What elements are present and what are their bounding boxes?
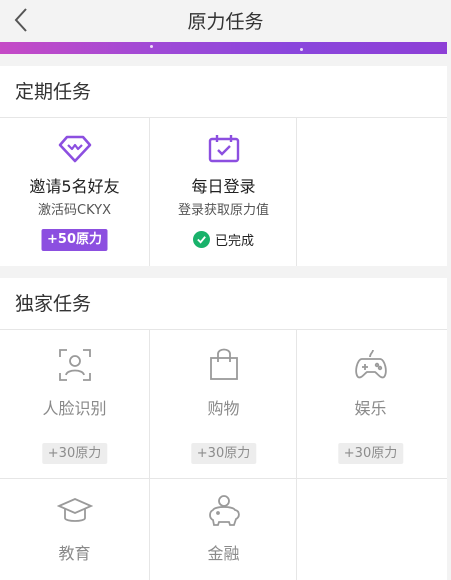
task-label: 人脸识别 [42,399,107,418]
status-text: 已完成 [214,234,254,249]
task-education[interactable]: 教育 [0,478,149,580]
banner-strip [0,42,447,54]
exclusive-tasks-header: 独家任务 [0,278,447,330]
reward-badge: +30原力 [41,443,108,464]
task-title: 邀请5名好友 [29,177,120,196]
task-subtitle: 登录获取原力值 [177,203,269,218]
task-title: 每日登录 [191,177,256,196]
task-label: 购物 [207,399,240,418]
face-scan-icon [58,349,91,381]
regular-tasks-header: 定期任务 [0,66,447,118]
task-entertainment[interactable]: 娱乐 +30原力 [296,330,445,478]
task-label: 金融 [207,544,240,563]
shopping-bag-icon [209,348,238,380]
piggy-bank-icon [208,495,240,526]
task-label: 娱乐 [354,399,387,418]
task-label: 教育 [58,544,91,563]
task-invite-friends[interactable]: 邀请5名好友 激活码CKYX +50原力 [0,118,149,266]
check-circle-icon [192,231,210,248]
diamond-icon [58,135,91,163]
reward-badge: +30原力 [190,443,257,464]
task-face-recognition[interactable]: 人脸识别 +30原力 [0,330,149,478]
task-daily-login[interactable]: 每日登录 登录获取原力值 已完成 [149,118,298,266]
regular-tasks-section: 定期任务 邀请5名好友 激活码CKYX +50原力 每日登录 登录获取原力值 已… [0,66,447,266]
page: 原力任务 定期任务 邀请5名好友 激活码CKYX +50原力 每日登录 登录获取… [0,0,451,580]
gamepad-icon [354,349,387,379]
task-subtitle: 激活码CKYX [38,203,111,218]
task-finance[interactable]: 金融 [149,478,298,580]
page-title: 原力任务 [187,11,264,33]
reward-badge: +30原力 [337,443,404,464]
completed-status: 已完成 [149,230,298,249]
reward-badge: +50原力 [41,229,108,251]
calendar-check-icon [208,135,239,163]
nav-bar: 原力任务 [0,0,451,42]
graduation-cap-icon [56,498,93,522]
task-shopping[interactable]: 购物 +30原力 [149,330,298,478]
exclusive-tasks-section: 独家任务 人脸识别 +30原力 购物 +30原力 娱乐 +30原力 教育 金融 [0,278,447,580]
